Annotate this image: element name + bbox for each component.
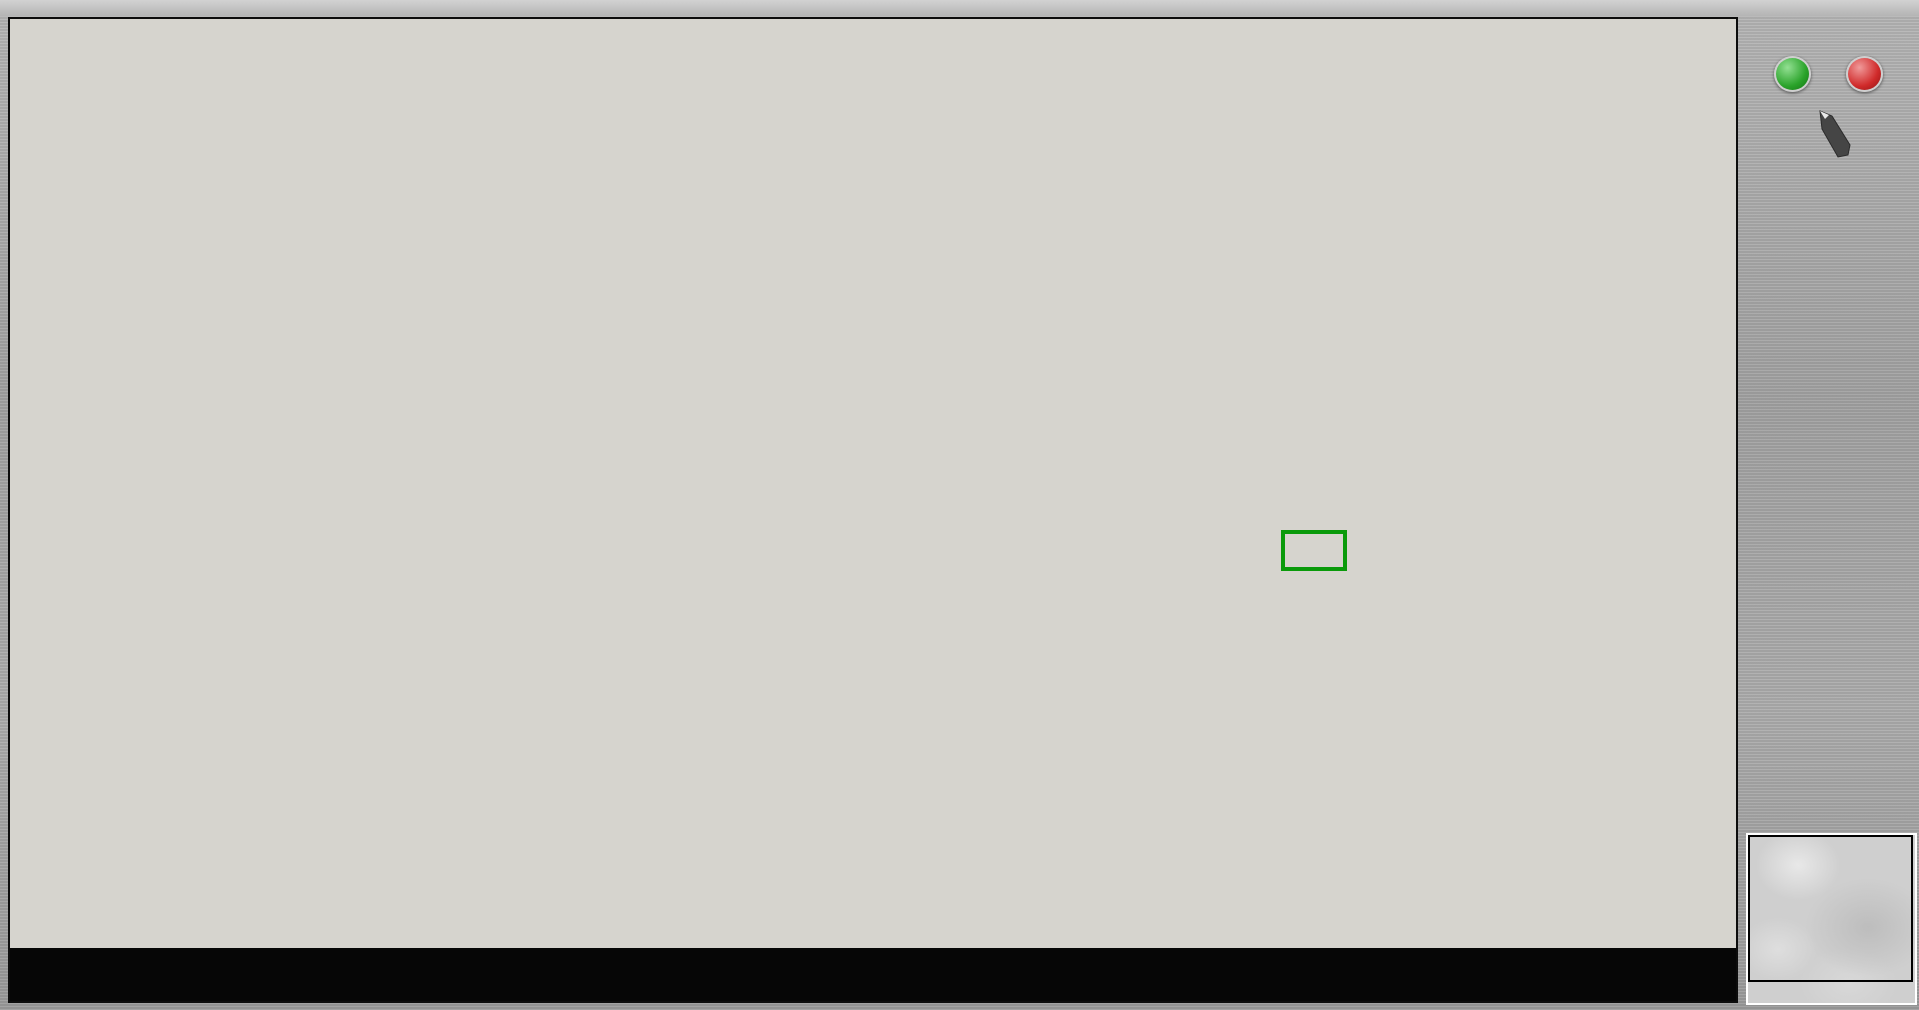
start-button[interactable] bbox=[1774, 56, 1811, 92]
menu-bar bbox=[0, 0, 1919, 16]
end-button[interactable] bbox=[1846, 56, 1883, 92]
grease-pencil-cursor bbox=[1819, 110, 1851, 158]
map-canvas[interactable] bbox=[0, 0, 1919, 1010]
overview-map[interactable] bbox=[1746, 833, 1917, 1005]
artpkt-marker-box[interactable] bbox=[1281, 530, 1347, 571]
minimap-viewport-rect bbox=[1748, 835, 1913, 982]
app-window bbox=[0, 0, 1919, 1010]
control-panel bbox=[1738, 17, 1919, 1010]
